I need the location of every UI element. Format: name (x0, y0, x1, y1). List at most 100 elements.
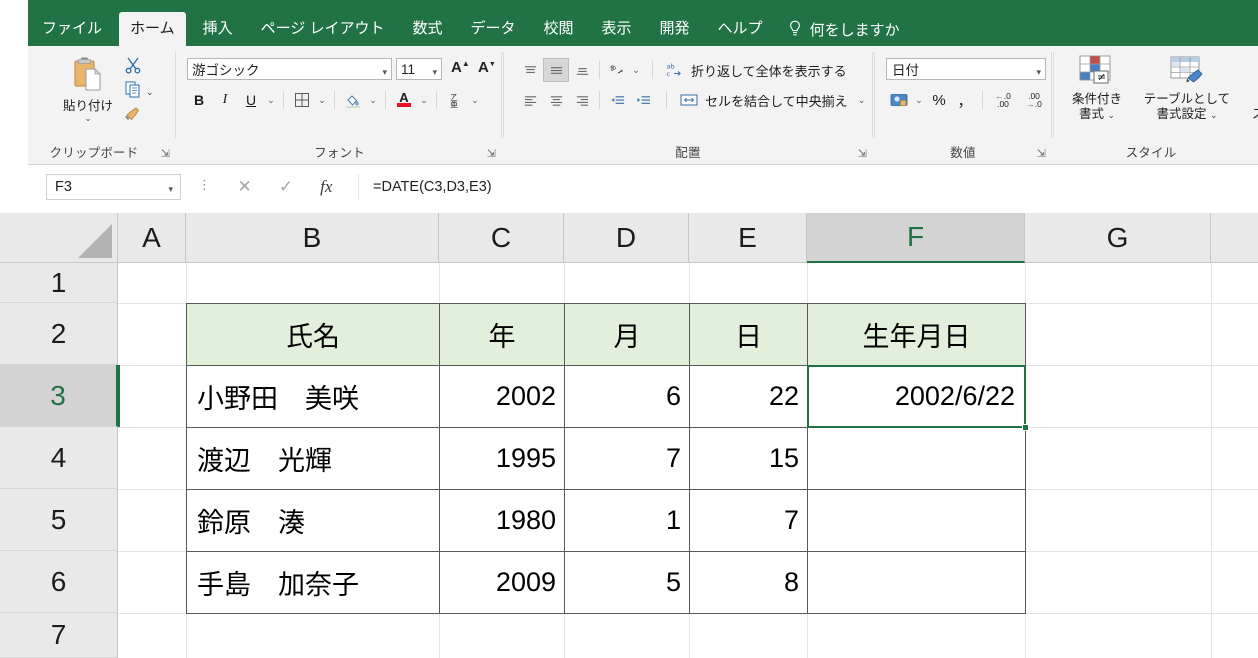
tab-view[interactable]: 表示 (591, 12, 643, 46)
italic-button[interactable]: I (213, 88, 237, 112)
fill-color-chevron-down-icon[interactable]: ⌄ (367, 95, 379, 106)
phonetic-guide-chevron-down-icon[interactable]: ⌄ (469, 95, 481, 106)
orientation-chevron-down-icon[interactable]: ⌄ (630, 65, 642, 76)
cell-E2[interactable]: 日 (689, 303, 808, 366)
increase-indent-button[interactable] (630, 88, 656, 112)
tab-developer[interactable]: 開発 (649, 12, 701, 46)
cell-E5[interactable]: 7 (689, 489, 808, 552)
increase-decimal-button[interactable]: ←.0.00 (988, 88, 1018, 112)
row-header-7[interactable]: 7 (0, 613, 118, 658)
row-header-4[interactable]: 4 (0, 427, 118, 489)
column-header-g[interactable]: G (1025, 213, 1211, 263)
row-header-6[interactable]: 6 (0, 551, 118, 613)
cell-D3[interactable]: 6 (564, 365, 690, 428)
align-center-button[interactable] (543, 88, 569, 112)
cell-F6[interactable] (807, 551, 1026, 614)
borders-chevron-down-icon[interactable]: ⌄ (316, 95, 328, 106)
column-header-h[interactable] (1211, 213, 1258, 263)
cell-E6[interactable]: 8 (689, 551, 808, 614)
cell-B2[interactable]: 氏名 (186, 303, 440, 366)
cell-D6[interactable]: 5 (564, 551, 690, 614)
font-size-chevron-down-icon[interactable]: ▾ (432, 67, 437, 78)
underline-chevron-down-icon[interactable]: ⌄ (265, 95, 277, 106)
copy-dropdown-chevron[interactable]: ⌄ (146, 82, 158, 102)
cell-D4[interactable]: 7 (564, 427, 690, 490)
cell-B3[interactable]: 小野田 美咲 (186, 365, 440, 428)
fill-color-button[interactable] (341, 88, 365, 112)
tab-page-layout[interactable]: ページ レイアウト (250, 12, 396, 46)
clipboard-dialog-launcher[interactable]: ⇲ (161, 147, 170, 160)
decrease-indent-button[interactable] (604, 88, 630, 112)
number-format-combobox[interactable]: 日付 ▾ (886, 58, 1046, 80)
decrease-font-size-button[interactable]: A▼ (478, 59, 496, 76)
conditional-formatting-button[interactable]: ≠ 条件付き 書式 ⌄ (1059, 54, 1135, 123)
font-name-combobox[interactable]: 游ゴシック ▾ (187, 58, 392, 80)
cancel-icon[interactable]: ✕ (238, 177, 252, 197)
borders-button[interactable] (290, 88, 314, 112)
paste-dropdown-chevron[interactable]: ⌄ (56, 114, 120, 123)
number-format-chevron-down-icon[interactable]: ▾ (1036, 67, 1041, 78)
merge-center-icon-box[interactable] (679, 88, 699, 112)
bold-button[interactable]: B (187, 88, 211, 112)
wrap-text-label[interactable]: 折り返して全体を表示する (691, 61, 847, 80)
font-dialog-launcher[interactable]: ⇲ (487, 147, 496, 160)
number-dialog-launcher[interactable]: ⇲ (1037, 147, 1046, 160)
cell-F2[interactable]: 生年月日 (807, 303, 1026, 366)
cell-C2[interactable]: 年 (439, 303, 565, 366)
align-middle-button[interactable] (543, 58, 569, 82)
row-header-2[interactable]: 2 (0, 303, 118, 365)
tab-formulas[interactable]: 数式 (401, 12, 453, 46)
cell-F3[interactable]: 2002/6/22 (807, 365, 1026, 428)
font-name-chevron-down-icon[interactable]: ▾ (382, 67, 387, 78)
cell-C5[interactable]: 1980 (439, 489, 565, 552)
column-header-f[interactable]: F (807, 213, 1025, 263)
cell-C4[interactable]: 1995 (439, 427, 565, 490)
cell-D5[interactable]: 1 (564, 489, 690, 552)
align-left-button[interactable] (517, 88, 543, 112)
alignment-dialog-launcher[interactable]: ⇲ (858, 147, 867, 160)
tell-me-box[interactable]: 何をしますか (787, 12, 900, 46)
cell-E4[interactable]: 15 (689, 427, 808, 490)
name-box[interactable]: F3 ▾ (46, 174, 181, 200)
phonetic-guide-button[interactable]: ア 亜 (443, 88, 467, 112)
cell-E3[interactable]: 22 (689, 365, 808, 428)
column-header-d[interactable]: D (564, 213, 689, 263)
text-orientation-button[interactable]: ぁ (604, 58, 630, 82)
cut-button[interactable] (124, 56, 146, 76)
row-header-3[interactable]: 3 (0, 365, 118, 427)
paste-button[interactable]: 貼り付け ⌄ (56, 54, 120, 123)
percent-style-button[interactable]: % (926, 88, 952, 112)
cell-F4[interactable] (807, 427, 1026, 490)
decrease-decimal-button[interactable]: .00 →.0 (1019, 88, 1049, 112)
column-header-b[interactable]: B (186, 213, 439, 263)
cell-B5[interactable]: 鈴原 湊 (186, 489, 440, 552)
increase-font-size-button[interactable]: A▲ (451, 59, 470, 76)
tab-home[interactable]: ホーム (119, 12, 186, 46)
column-header-c[interactable]: C (439, 213, 564, 263)
font-color-button[interactable]: A (392, 88, 416, 112)
cell-D2[interactable]: 月 (564, 303, 690, 366)
tab-help[interactable]: ヘルプ (707, 12, 774, 46)
column-header-e[interactable]: E (689, 213, 807, 263)
tab-data[interactable]: データ (459, 12, 526, 46)
enter-icon[interactable]: ✓ (279, 177, 293, 197)
align-right-button[interactable] (569, 88, 595, 112)
wrap-text-icon-box[interactable]: ab c (665, 58, 685, 82)
cell-F5[interactable] (807, 489, 1026, 552)
accounting-format-button[interactable] (886, 88, 912, 112)
align-top-button[interactable] (517, 58, 543, 82)
cell-C3[interactable]: 2002 (439, 365, 565, 428)
row-header-1[interactable]: 1 (0, 263, 118, 303)
tab-file[interactable]: ファイル (31, 12, 113, 46)
copy-button[interactable] (124, 80, 146, 100)
tab-insert[interactable]: 挿入 (192, 12, 244, 46)
underline-button[interactable]: U (239, 88, 263, 112)
tab-review[interactable]: 校閲 (533, 12, 585, 46)
align-bottom-button[interactable] (569, 58, 595, 82)
cell-C6[interactable]: 2009 (439, 551, 565, 614)
cell-styles-button[interactable]: セルの スタイル (1239, 54, 1258, 122)
font-color-chevron-down-icon[interactable]: ⌄ (418, 95, 430, 106)
formula-input[interactable]: =DATE(C3,D3,E3) (358, 174, 1248, 200)
merge-center-chevron-down-icon[interactable]: ⌄ (856, 95, 868, 106)
format-painter-button[interactable] (124, 103, 146, 123)
